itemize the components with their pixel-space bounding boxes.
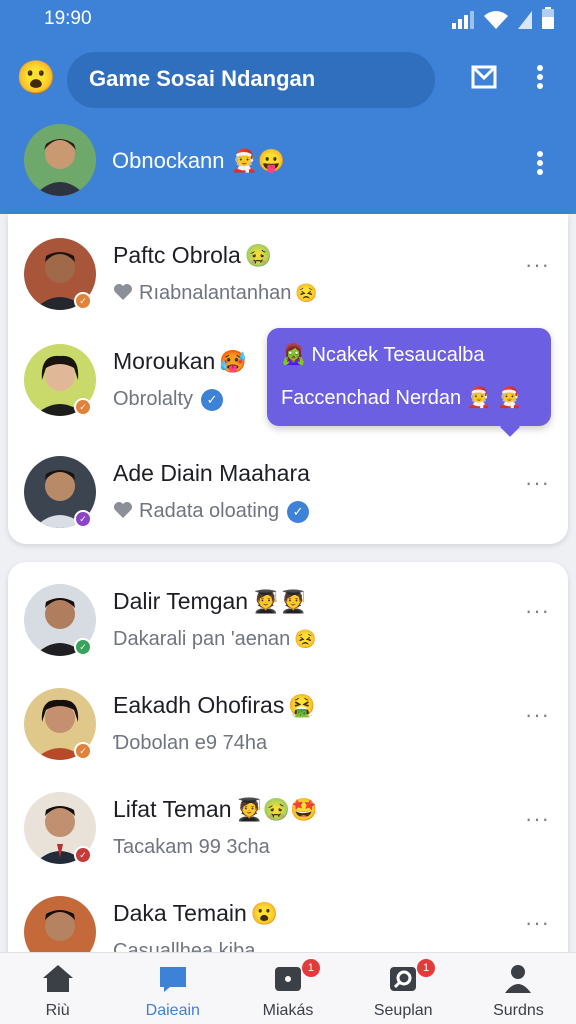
profile-icon [505, 965, 532, 993]
nav-label: Miakás [262, 1002, 314, 1019]
friend-name: Dalir Temgan 🧑‍🎓🧑‍🎓 [113, 588, 307, 614]
chat-popup[interactable]: 🧟‍♀️ Ncakek Tesaucalba Faccenchad Nerdan… [267, 328, 551, 437]
more-options-icon[interactable]: ··· [525, 598, 550, 624]
friend-status: Radata oloating ✓ [113, 500, 310, 523]
verified-icon: ✓ [287, 501, 310, 523]
friend-name: Paftc Obrola 🤢 [113, 242, 273, 268]
more-options-icon[interactable]: ··· [525, 470, 550, 496]
games-icon [275, 967, 301, 991]
my-emojis: 🧑‍🎄😛 [230, 148, 286, 173]
status-badge: ✓ [74, 638, 92, 656]
nav-profile[interactable]: Surdns [461, 953, 576, 1024]
my-name-text: Obnockann [112, 148, 225, 173]
popup-line-2: Faccenchad Nerdan 🧑‍🎄 🧑‍🎄 [281, 387, 523, 409]
friend-name: Daka Temain 😮 [113, 900, 279, 926]
mail-icon[interactable] [470, 64, 498, 95]
notification-badge: 1 [417, 959, 436, 977]
popup-line-1: 🧟‍♀️ Ncakek Tesaucalba [281, 344, 485, 366]
title-pill[interactable]: Game Sosai Ndangan [67, 52, 435, 108]
my-name[interactable]: Obnockann 🧑‍🎄😛 [112, 148, 285, 174]
friend-row[interactable]: ✓ Dalir Temgan 🧑‍🎓🧑‍🎓 Dakarali pan 'aenan… [8, 564, 568, 664]
more-options-icon[interactable]: ··· [525, 910, 550, 936]
nav-games[interactable]: 1 Miakás [230, 953, 345, 1024]
nav-search[interactable]: 1 Seuplan [346, 953, 461, 1024]
status-badge: ✓ [74, 846, 92, 864]
status-bar: 19:90 [0, 0, 576, 40]
more-menu-icon[interactable] [536, 64, 544, 95]
bottom-navigation: Riù Daieain 1 Miakás 1 Seuplan Surdns [0, 952, 576, 1024]
friend-row[interactable]: ✓ Ade Diain Maahara Radata oloating ✓ ··· [8, 436, 568, 536]
status-badge: ✓ [74, 292, 92, 310]
notification-badge: 1 [301, 959, 320, 977]
heart-icon [114, 502, 132, 518]
friend-name: Moroukan 🥵 [113, 348, 247, 374]
status-badge: ✓ [74, 398, 92, 416]
signal2-icon [518, 11, 532, 29]
friends-card-bottom: ✓ Dalir Temgan 🧑‍🎓🧑‍🎓 Dakarali pan 'aenan… [8, 562, 568, 968]
heart-icon [114, 284, 132, 300]
more-options-icon[interactable]: ··· [525, 806, 550, 832]
friend-status: Rıabnalantanhan 😣 [113, 282, 318, 305]
more-options-icon[interactable]: ··· [525, 702, 550, 728]
search-icon [390, 967, 417, 991]
nav-label: Seuplan [373, 1002, 433, 1019]
nav-home[interactable]: Riù [0, 953, 115, 1024]
friend-status: Dakarali pan 'aenan 😣 [113, 628, 317, 650]
app-header: 😮 Game Sosai Ndangan Obnockann 🧑‍🎄😛 [0, 40, 576, 214]
friend-row[interactable]: ✓ Lifat Teman 🧑‍🎓🤢🤩 Tacakam 99 3cha ··· [8, 772, 568, 872]
friend-row[interactable]: ✓ Paftc Obrola 🤢 Rıabnalantanhan 😣 ··· [8, 218, 568, 318]
friend-name: Ade Diain Maahara [113, 460, 310, 486]
more-options-icon[interactable]: ··· [525, 252, 550, 278]
home-icon [42, 965, 73, 992]
verified-icon: ✓ [201, 389, 224, 411]
friend-name: Eakadh Ohofiras 🤮 [113, 692, 316, 718]
nav-chat[interactable]: Daieain [115, 953, 230, 1024]
chat-icon [159, 967, 186, 992]
friend-name: Lifat Teman 🧑‍🎓🤢🤩 [113, 796, 318, 822]
nav-label: Riù [45, 1002, 70, 1019]
status-badge: ✓ [74, 510, 92, 528]
friend-status: Ɗobolan e9 74ha [113, 732, 268, 754]
status-icons [452, 7, 554, 29]
menu-emoji-icon[interactable]: 😮 [16, 58, 56, 96]
my-more-icon[interactable] [536, 150, 544, 181]
signal-icon [452, 11, 474, 29]
wifi-icon [484, 11, 508, 29]
friend-status: Obrolalty ✓ [113, 388, 224, 411]
nav-label: Daieain [145, 1002, 200, 1019]
my-avatar[interactable] [24, 124, 96, 196]
friend-row[interactable]: ✓ Eakadh Ohofiras 🤮 Ɗobolan e9 74ha ··· [8, 668, 568, 768]
battery-icon [542, 7, 554, 29]
friend-status: Tacakam 99 3cha [113, 836, 270, 858]
status-time: 19:90 [44, 8, 92, 29]
status-badge: ✓ [74, 742, 92, 760]
nav-label: Surdns [493, 1002, 544, 1019]
